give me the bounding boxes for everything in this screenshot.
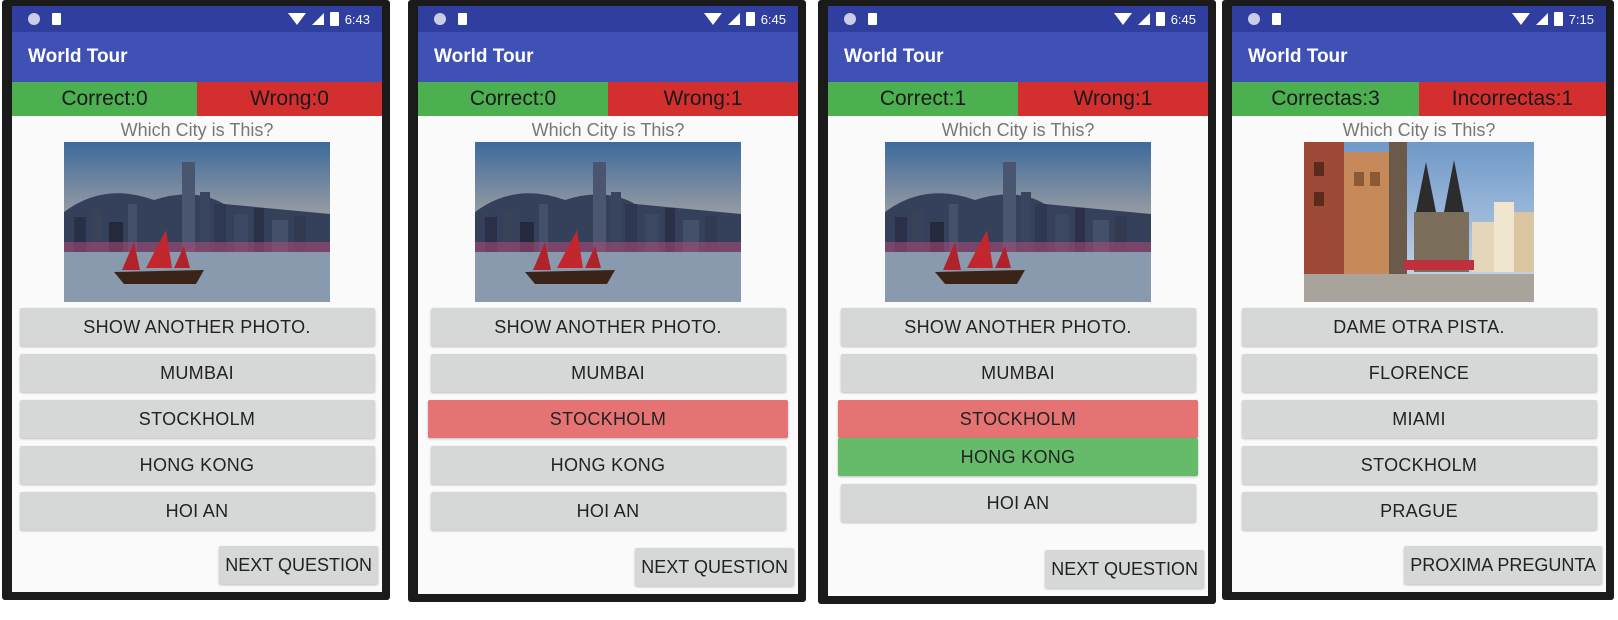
battery-icon (1553, 12, 1563, 26)
score-bar: Correct:0 Wrong:0 (12, 82, 382, 116)
wrong-count: Wrong:1 (608, 82, 798, 116)
city-photo (1304, 142, 1534, 302)
phone-screen-3: 6:45 World Tour Correct:1 Wrong:1 Which … (818, 0, 1216, 604)
sd-card-icon (458, 13, 467, 25)
answer-option-3[interactable]: STOCKHOLM (1241, 446, 1597, 484)
status-time: 6:43 (344, 11, 370, 27)
wrong-count: Wrong:1 (1018, 82, 1208, 116)
answer-option-3-correct[interactable]: HONG KONG (838, 438, 1198, 476)
question-text: Which City is This? (1342, 120, 1496, 140)
score-bar: Correctas:3 Incorrectas:1 (1232, 82, 1606, 116)
wifi-icon (1113, 13, 1132, 25)
status-bar: 6:45 (828, 6, 1208, 32)
app-title: World Tour (12, 32, 382, 82)
answer-option-4[interactable]: HOI AN (19, 492, 375, 530)
notification-dot-icon (1248, 13, 1260, 25)
question-text: Which City is This? (531, 120, 685, 140)
question-text: Which City is This? (941, 120, 1095, 140)
correct-count: Correct:1 (828, 82, 1018, 116)
answer-option-4[interactable]: HOI AN (840, 484, 1196, 522)
wifi-icon (287, 13, 306, 25)
answer-option-3[interactable]: HONG KONG (19, 446, 375, 484)
wrong-count: Incorrectas:1 (1419, 82, 1606, 116)
battery-icon (745, 12, 755, 26)
question-text: Which City is This? (120, 120, 274, 140)
score-bar: Correct:0 Wrong:1 (418, 82, 798, 116)
city-photo (475, 142, 741, 302)
battery-icon (329, 12, 339, 26)
notification-dot-icon (28, 13, 40, 25)
screen-4: 7:15 World Tour Correctas:3 Incorrectas:… (1232, 6, 1606, 592)
score-bar: Correct:1 Wrong:1 (828, 82, 1208, 116)
answer-option-1[interactable]: MUMBAI (430, 354, 786, 392)
sd-card-icon (868, 13, 877, 25)
next-question-button[interactable]: NEXT QUESTION (219, 546, 378, 584)
status-time: 7:15 (1568, 11, 1594, 27)
next-question-button[interactable]: NEXT QUESTION (1045, 550, 1204, 588)
correct-count: Correctas:3 (1232, 82, 1419, 116)
answer-option-2-wrong[interactable]: STOCKHOLM (428, 400, 788, 438)
cell-signal-icon (1137, 13, 1150, 25)
screen-2: 6:45 World Tour Correct:0 Wrong:1 Which … (418, 6, 798, 594)
next-question-button[interactable]: PROXIMA PREGUNTA (1404, 546, 1602, 584)
app-title: World Tour (418, 32, 798, 82)
status-bar: 6:45 (418, 6, 798, 32)
correct-count: Correct:0 (418, 82, 608, 116)
notification-dot-icon (844, 13, 856, 25)
answer-option-1[interactable]: MUMBAI (840, 354, 1196, 392)
show-another-photo-button[interactable]: SHOW ANOTHER PHOTO. (430, 308, 786, 346)
correct-count: Correct:0 (12, 82, 197, 116)
sd-card-icon (1272, 13, 1281, 25)
phone-screen-1: 6:43 World Tour Correct:0 Wrong:0 Which … (2, 0, 390, 600)
answer-option-2[interactable]: STOCKHOLM (19, 400, 375, 438)
sd-card-icon (52, 13, 61, 25)
app-title: World Tour (828, 32, 1208, 82)
cell-signal-icon (311, 13, 324, 25)
screen-3: 6:45 World Tour Correct:1 Wrong:1 Which … (828, 6, 1208, 596)
answer-option-3[interactable]: HONG KONG (430, 446, 786, 484)
status-time: 6:45 (1170, 11, 1196, 27)
notification-dot-icon (434, 13, 446, 25)
cell-signal-icon (727, 13, 740, 25)
status-bar: 6:43 (12, 6, 382, 32)
status-bar: 7:15 (1232, 6, 1606, 32)
show-another-photo-button[interactable]: SHOW ANOTHER PHOTO. (840, 308, 1196, 346)
phone-screen-4: 7:15 World Tour Correctas:3 Incorrectas:… (1222, 0, 1614, 600)
show-another-photo-button[interactable]: SHOW ANOTHER PHOTO. (19, 308, 375, 346)
answer-option-4[interactable]: PRAGUE (1241, 492, 1597, 530)
answer-option-1[interactable]: MUMBAI (19, 354, 375, 392)
next-question-button[interactable]: NEXT QUESTION (635, 548, 794, 586)
city-photo (885, 142, 1151, 302)
give-another-hint-button[interactable]: DAME OTRA PISTA. (1241, 308, 1597, 346)
wifi-icon (703, 13, 722, 25)
wrong-count: Wrong:0 (197, 82, 382, 116)
cell-signal-icon (1535, 13, 1548, 25)
answer-option-2-wrong[interactable]: STOCKHOLM (838, 400, 1198, 438)
answer-option-2[interactable]: MIAMI (1241, 400, 1597, 438)
phone-screen-2: 6:45 World Tour Correct:0 Wrong:1 Which … (408, 0, 806, 602)
screen-1: 6:43 World Tour Correct:0 Wrong:0 Which … (12, 6, 382, 592)
status-time: 6:45 (760, 11, 786, 27)
app-title: World Tour (1232, 32, 1606, 82)
answer-option-1[interactable]: FLORENCE (1241, 354, 1597, 392)
battery-icon (1155, 12, 1165, 26)
city-photo (64, 142, 330, 302)
answer-option-4[interactable]: HOI AN (430, 492, 786, 530)
wifi-icon (1511, 13, 1530, 25)
